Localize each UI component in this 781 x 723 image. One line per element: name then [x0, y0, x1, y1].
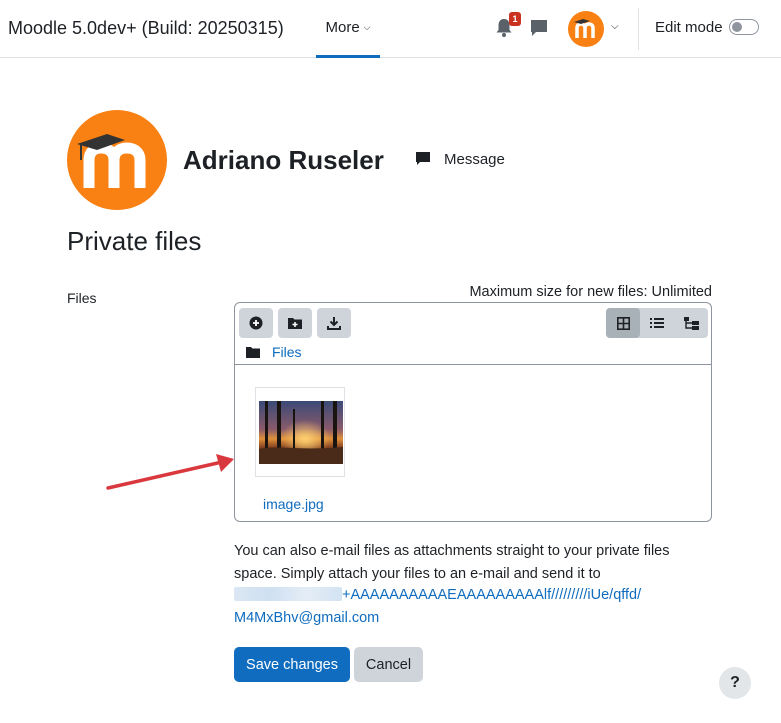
- email-address[interactable]: +AAAAAAAAAAEAAAAAAAAAlf/////////iUe/qffd…: [234, 584, 712, 629]
- message-label: Message: [444, 150, 505, 168]
- breadcrumb-files-link[interactable]: Files: [272, 344, 302, 360]
- more-menu-label: More: [325, 19, 360, 36]
- top-navbar: Moodle 5.0dev+ (Build: 20250315) More ⌵ …: [0, 0, 781, 58]
- notification-badge: 1: [509, 12, 521, 26]
- download-button[interactable]: [317, 308, 351, 338]
- chat-icon[interactable]: [529, 18, 549, 38]
- save-changes-button[interactable]: Save changes: [234, 647, 350, 682]
- chat-icon: [416, 152, 430, 165]
- file-name-link[interactable]: image.jpg: [263, 496, 324, 512]
- view-tree-button[interactable]: [674, 308, 708, 338]
- profile-avatar: [67, 110, 167, 210]
- file-manager-toolbar: Files: [235, 303, 711, 365]
- chevron-down-icon[interactable]: ⌵: [611, 21, 619, 32]
- image-thumbnail: [259, 401, 343, 464]
- help-button[interactable]: ?: [719, 667, 751, 699]
- more-menu[interactable]: More ⌵: [316, 0, 380, 58]
- plus-circle-icon: [249, 316, 263, 330]
- create-folder-button[interactable]: [278, 308, 312, 338]
- moodle-logo-icon: [77, 134, 146, 188]
- folder-icon: [246, 347, 260, 358]
- edit-mode-toggle[interactable]: [729, 19, 759, 35]
- list-icon: [650, 318, 664, 328]
- annotation-arrow: [106, 454, 234, 490]
- folder-tree-icon: [683, 316, 699, 330]
- breadcrumb: Files: [246, 344, 302, 360]
- file-manager: Files image.jpg: [234, 302, 712, 522]
- add-file-button[interactable]: [239, 308, 273, 338]
- redacted-text: [234, 587, 342, 601]
- moodle-logo-icon: [574, 19, 595, 38]
- download-icon: [327, 317, 341, 330]
- cancel-button[interactable]: Cancel: [354, 647, 423, 682]
- divider: [638, 8, 639, 50]
- user-avatar[interactable]: [568, 11, 604, 47]
- view-icons-button[interactable]: [606, 308, 640, 338]
- page-title: Private files: [67, 226, 202, 256]
- files-label: Files: [67, 290, 97, 306]
- edit-mode-label: Edit mode: [655, 19, 723, 36]
- view-list-button[interactable]: [640, 308, 674, 338]
- email-part-1: +AAAAAAAAAAEAAAAAAAAAlf/////////iUe/qffd…: [342, 587, 642, 603]
- email-info-text: You can also e-mail files as attachments…: [234, 543, 670, 582]
- max-size-text: Maximum size for new files: Unlimited: [469, 284, 712, 300]
- email-part-2: M4MxBhv@gmail.com: [234, 609, 380, 626]
- profile-name: Adriano Ruseler: [183, 145, 384, 175]
- file-thumbnail[interactable]: [255, 387, 345, 477]
- site-name[interactable]: Moodle 5.0dev+ (Build: 20250315): [8, 18, 284, 39]
- chevron-down-icon: ⌵: [363, 22, 371, 32]
- message-button[interactable]: Message: [414, 150, 505, 168]
- grid-icon: [616, 316, 630, 330]
- folder-plus-icon: [288, 318, 302, 329]
- view-mode-group: [606, 308, 708, 338]
